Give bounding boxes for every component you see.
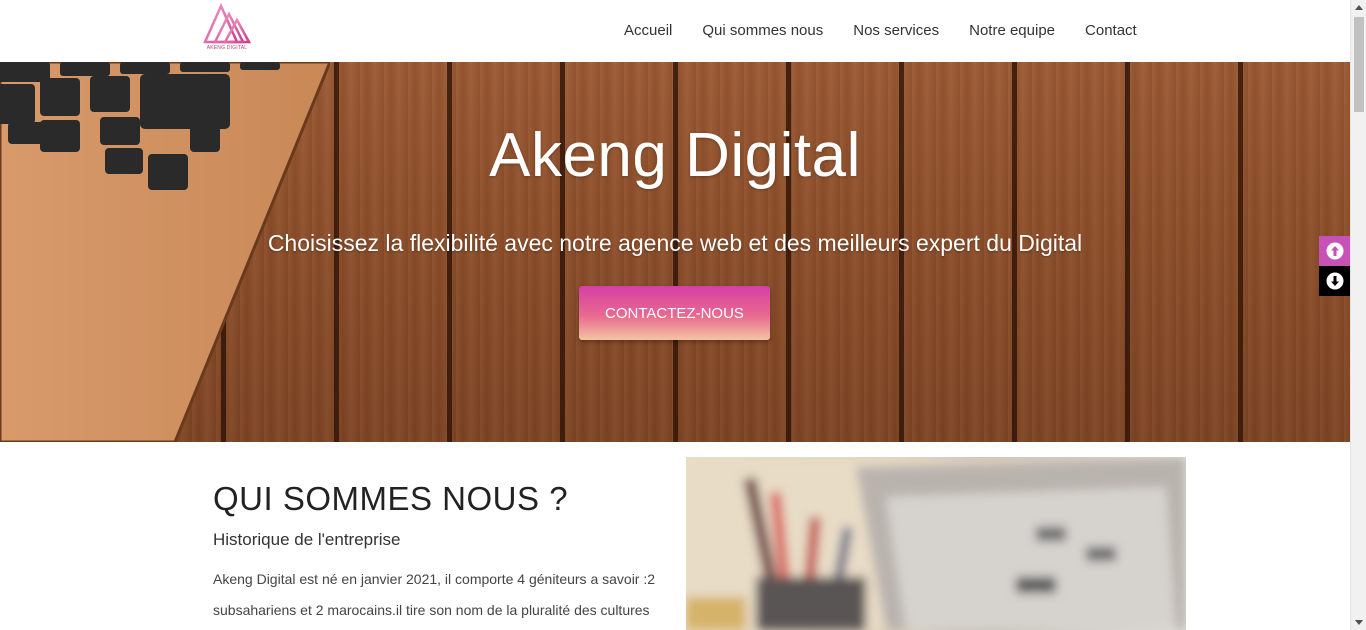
nav-link-accueil[interactable]: Accueil [609,0,687,62]
hero-subtitle: Choisissez la flexibilité avec notre age… [267,230,1083,256]
scroll-down-button[interactable] [1319,266,1350,296]
nav-link-qui-sommes-nous[interactable]: Qui sommes nous [687,0,838,62]
office-desk-image [686,457,1186,630]
logo[interactable]: AKENG DIGITAL [199,0,255,56]
nav-link-notre-equipe[interactable]: Notre equipe [954,0,1070,62]
nav-link-nos-services[interactable]: Nos services [838,0,954,62]
page-scrollbar[interactable] [1350,0,1366,630]
scrollbar-down-arrow-icon[interactable] [1355,620,1363,625]
hero-banner: Akeng Digital Choisissez la flexibilité … [0,62,1350,442]
hero-title: Akeng Digital [489,121,861,190]
office-photo [686,457,1186,630]
contact-us-button[interactable]: CONTACTEZ-NOUS [579,286,770,340]
main-nav: Accueil Qui sommes nous Nos services Not… [609,0,1152,62]
scroll-up-button[interactable] [1319,236,1350,266]
arrow-down-circle-icon [1326,272,1343,290]
about-subtitle: Historique de l'entreprise [213,530,401,549]
about-text: Akeng Digital est né en janvier 2021, il… [213,571,656,618]
logo-text: AKENG DIGITAL [206,45,248,51]
scrollbar-thumb[interactable] [1354,17,1364,112]
navbar: AKENG DIGITAL Accueil Qui sommes nous No… [0,0,1350,62]
arrow-up-circle-icon [1326,242,1343,260]
scrollbar-up-arrow-icon[interactable] [1355,5,1363,10]
nav-link-contact[interactable]: Contact [1070,0,1152,62]
about-title: QUI SOMMES NOUS ? [213,480,569,517]
logo-icon [203,2,252,44]
